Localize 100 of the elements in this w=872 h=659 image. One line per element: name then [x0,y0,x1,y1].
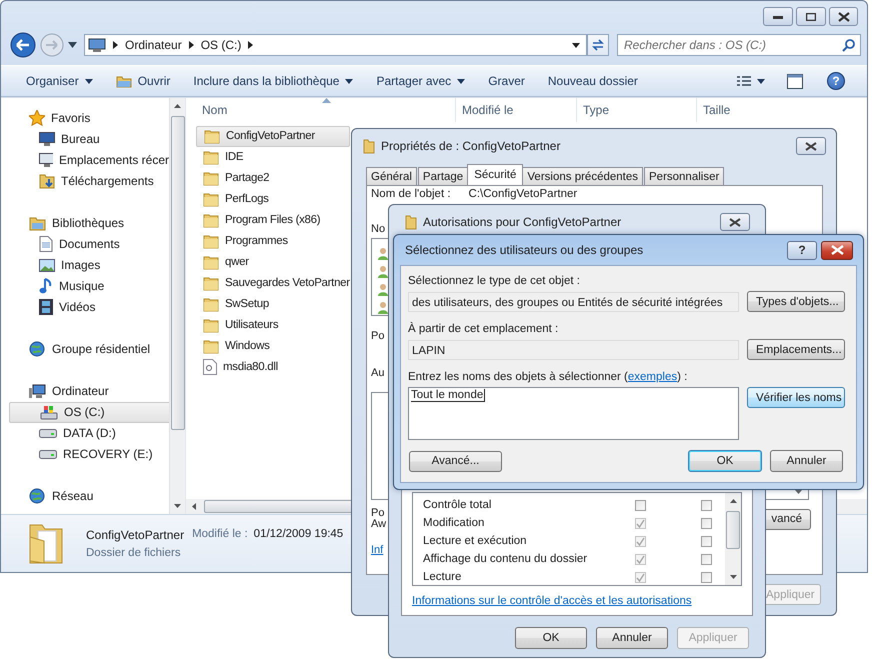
arrow-down-icon[interactable] [795,490,802,494]
deny-checkbox[interactable] [701,500,712,510]
maximize-icon[interactable] [796,7,826,26]
minimize-icon[interactable] [763,7,793,26]
folder-icon [203,170,219,186]
preview-pane-icon[interactable] [787,74,803,89]
refresh-icon[interactable] [587,34,609,56]
nav-item[interactable]: Images [9,254,169,276]
examples-link[interactable]: exemples [628,371,678,383]
file-row[interactable]: qwer [196,252,253,273]
file-row[interactable]: SwSetup [196,294,273,315]
arrow-up-icon[interactable] [730,499,736,503]
scrollbar[interactable] [725,493,741,585]
nav-item[interactable]: OS (C:) [9,402,169,423]
scrollbar-thumb[interactable] [726,511,740,549]
deny-checkbox[interactable] [701,536,712,546]
nav-item[interactable]: Bibliothèques [9,212,169,234]
advanced-button[interactable]: Avancé... [409,450,502,472]
nav-item[interactable]: Vidéos [9,296,169,318]
close-icon[interactable] [796,137,826,155]
toolbar-button[interactable]: Organiser [15,68,104,94]
folder-icon [203,254,219,270]
arrow-down-icon[interactable] [730,575,736,579]
nav-item[interactable]: Favoris [9,108,169,129]
ok-button[interactable]: OK [688,450,762,472]
dialog-button[interactable]: OK [515,627,587,649]
column-header[interactable]: Modifié le [456,98,577,122]
file-row[interactable]: Programmes [196,230,292,252]
allow-checkbox[interactable] [635,500,646,510]
deny-checkbox[interactable] [701,554,712,564]
column-header[interactable]: Type [577,98,697,122]
file-row[interactable]: ConfigVetoPartner [196,126,350,147]
close-icon[interactable] [821,240,853,260]
address-bar[interactable]: Ordinateur OS (C:) [84,34,587,56]
file-row[interactable]: Windows [196,336,274,357]
folder-icon [204,128,220,144]
tab[interactable]: Sécurité [467,164,524,185]
field-label: À partir de cet emplacement : [408,322,558,336]
nav-item[interactable]: Réseau [9,486,169,507]
file-row[interactable]: Sauvegardes VetoPartner [196,272,354,294]
file-row[interactable]: PerfLogs [196,188,273,210]
tab[interactable]: Général [366,167,417,185]
globe-icon [29,488,46,504]
deny-checkbox[interactable] [701,572,712,582]
file-row[interactable]: msdia80.dll [196,356,282,378]
nav-item[interactable]: Ordinateur [9,380,169,402]
object-types-button[interactable]: Types d'objets... [747,291,845,312]
nav-item[interactable]: Emplacements récer [9,150,169,171]
help-button[interactable]: ? [787,240,817,260]
view-list-icon[interactable] [737,76,751,87]
check-names-button[interactable]: Vérifier les noms [747,387,845,408]
arrow-down-icon[interactable] [174,504,181,508]
toolbar-button[interactable]: Graver [477,68,536,94]
arrow-left-icon[interactable] [192,502,196,510]
file-row[interactable]: Partage2 [196,168,274,189]
toolbar-button[interactable]: Partager avec [365,68,476,94]
user-icon [378,283,388,296]
toolbar-button[interactable]: Inclure dans la bibliothèque [182,68,364,94]
arrow-up-icon[interactable] [174,104,181,108]
caret-icon[interactable] [572,42,580,48]
chevron-icon[interactable] [188,41,194,50]
dialog-button[interactable]: Annuler [596,627,668,649]
monitor-icon [29,384,46,399]
chevron-icon[interactable] [248,41,254,50]
locations-button[interactable]: Emplacements... [747,339,845,360]
scrollbar[interactable] [169,98,185,514]
caret-icon[interactable] [757,78,765,84]
toolbar-button[interactable]: Nouveau dossier [536,68,649,94]
nav-item[interactable]: Bureau [9,128,169,150]
tab[interactable]: Versions précédentes [522,167,643,185]
chevron-icon[interactable] [113,41,118,50]
file-row[interactable]: IDE [196,146,248,168]
close-icon[interactable] [720,213,750,231]
object-names-field[interactable]: Tout le monde [408,387,739,440]
monitor-icon [39,153,53,168]
nav-item[interactable]: DATA (D:) [9,422,169,444]
cancel-button[interactable]: Annuler [770,450,843,472]
tab[interactable]: Partage [418,167,468,185]
nav-item[interactable]: RECOVERY (E:) [9,444,169,465]
toolbar-button[interactable]: Ouvrir [104,68,182,94]
breadcrumb[interactable]: OS (C:) [200,38,242,52]
search-field[interactable]: Rechercher dans : OS (C:) [617,34,861,56]
deny-checkbox[interactable] [701,518,712,528]
caret-icon[interactable] [68,42,77,48]
link-fragment[interactable]: Inf [371,543,384,557]
nav-item[interactable]: Documents [9,234,169,255]
nav-item[interactable]: Groupe résidentiel [9,338,169,360]
column-header[interactable]: Taille [697,98,817,122]
tab[interactable]: Personnaliser [644,167,724,185]
nav-item[interactable]: Musique [9,276,169,297]
scrollbar-thumb[interactable] [170,116,184,430]
object-label: Nom de l'objet : [371,188,451,202]
file-row[interactable]: Program Files (x86) [196,210,324,231]
label-fragment: Po [371,508,384,519]
file-row[interactable]: Utilisateurs [196,314,282,336]
breadcrumb[interactable]: Ordinateur [125,38,182,52]
nav-item[interactable]: Téléchargements [9,170,169,192]
folder-icon [363,138,375,154]
close-icon[interactable] [829,7,858,26]
help-link[interactable]: Informations sur le contrôle d'accès et les autorisations [412,595,692,607]
